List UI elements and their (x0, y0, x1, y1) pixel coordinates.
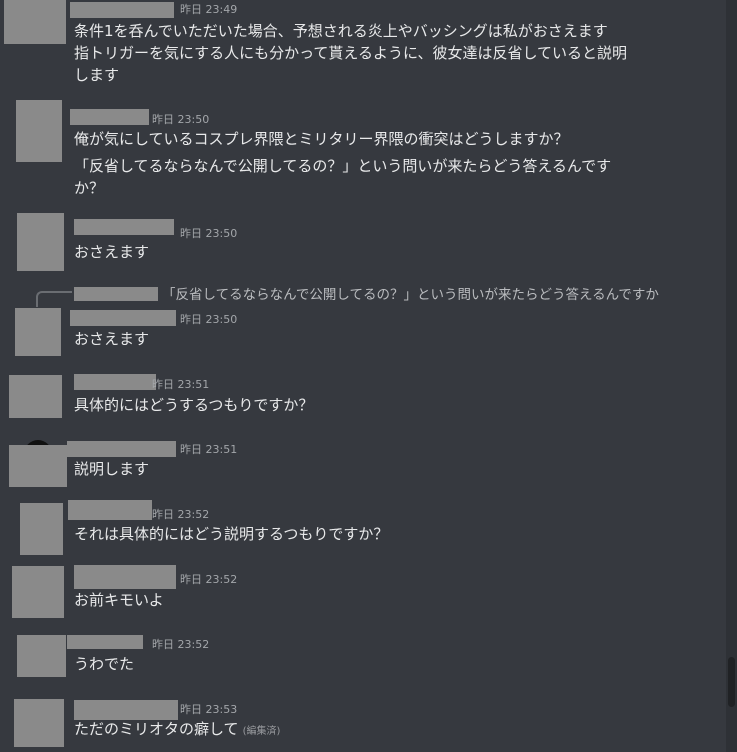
message-text: 具体的にはどうするつもりですか？ (74, 396, 314, 414)
username-redacted[interactable] (74, 219, 174, 235)
username-redacted[interactable] (67, 441, 176, 457)
timestamp: 昨日 23:52 (152, 638, 210, 651)
username-redacted[interactable] (74, 700, 178, 720)
timestamp: 昨日 23:51 (180, 443, 238, 456)
message-text: うわでた (74, 655, 135, 673)
reply-connector (36, 291, 72, 307)
timestamp: 昨日 23:50 (152, 113, 210, 126)
message-text: 「反省してるならなんで公開してるの？」という問いが来たらどう答えるんです (74, 157, 612, 175)
message-text: します (74, 66, 120, 84)
timestamp: 昨日 23:53 (180, 703, 238, 716)
edited-label: (編集済) (242, 726, 281, 737)
message-text: おさえます (74, 243, 150, 261)
avatar[interactable] (14, 699, 64, 747)
scrollbar-thumb[interactable] (728, 657, 735, 707)
scrollbar-track[interactable] (726, 0, 737, 752)
message-text: 俺が気にしているコスプレ界隈とミリタリー界隈の衝突はどうしますか？ (74, 130, 569, 148)
message-text-body: ただのミリオタの癖して (74, 720, 239, 738)
avatar[interactable] (20, 503, 63, 555)
message-text: それは具体的にはどう説明するつもりですか？ (74, 525, 389, 543)
message-text: 指トリガーを気にする人にも分かって貰えるように、彼女達は反省していると説明 (74, 44, 628, 62)
username-redacted[interactable] (74, 565, 176, 589)
timestamp: 昨日 23:50 (180, 227, 238, 240)
avatar[interactable] (17, 635, 66, 677)
username-redacted[interactable] (70, 2, 174, 18)
timestamp: 昨日 23:49 (180, 3, 238, 16)
avatar[interactable] (9, 445, 67, 487)
avatar[interactable] (17, 213, 64, 271)
avatar[interactable] (4, 0, 66, 44)
username-redacted[interactable] (68, 500, 152, 520)
avatar[interactable] (12, 566, 64, 618)
timestamp: 昨日 23:50 (180, 313, 238, 326)
username-redacted[interactable] (70, 310, 176, 326)
username-redacted[interactable] (67, 635, 143, 649)
avatar[interactable] (15, 308, 61, 356)
message-text: か？ (74, 179, 105, 197)
timestamp: 昨日 23:52 (152, 508, 210, 521)
message-text: お前キモいよ (74, 591, 164, 609)
username-redacted[interactable] (74, 374, 156, 390)
reply-preview-text[interactable]: 「反省してるならなんで公開してるの？」という問いが来たらどう答えるんですか (162, 285, 659, 305)
message-text: ただのミリオタの癖して (編集済) (74, 718, 280, 743)
timestamp: 昨日 23:51 (152, 378, 210, 391)
avatar[interactable] (16, 100, 62, 162)
avatar[interactable] (9, 375, 62, 418)
message-text: 説明します (74, 460, 150, 478)
reply-username-redacted[interactable] (74, 287, 158, 301)
message-text: おさえます (74, 330, 150, 348)
message-text: 条件1を呑んでいただいた場合、予想される炎上やバッシングは私がおさえます (74, 22, 608, 40)
timestamp: 昨日 23:52 (180, 573, 238, 586)
username-redacted[interactable] (70, 109, 149, 125)
